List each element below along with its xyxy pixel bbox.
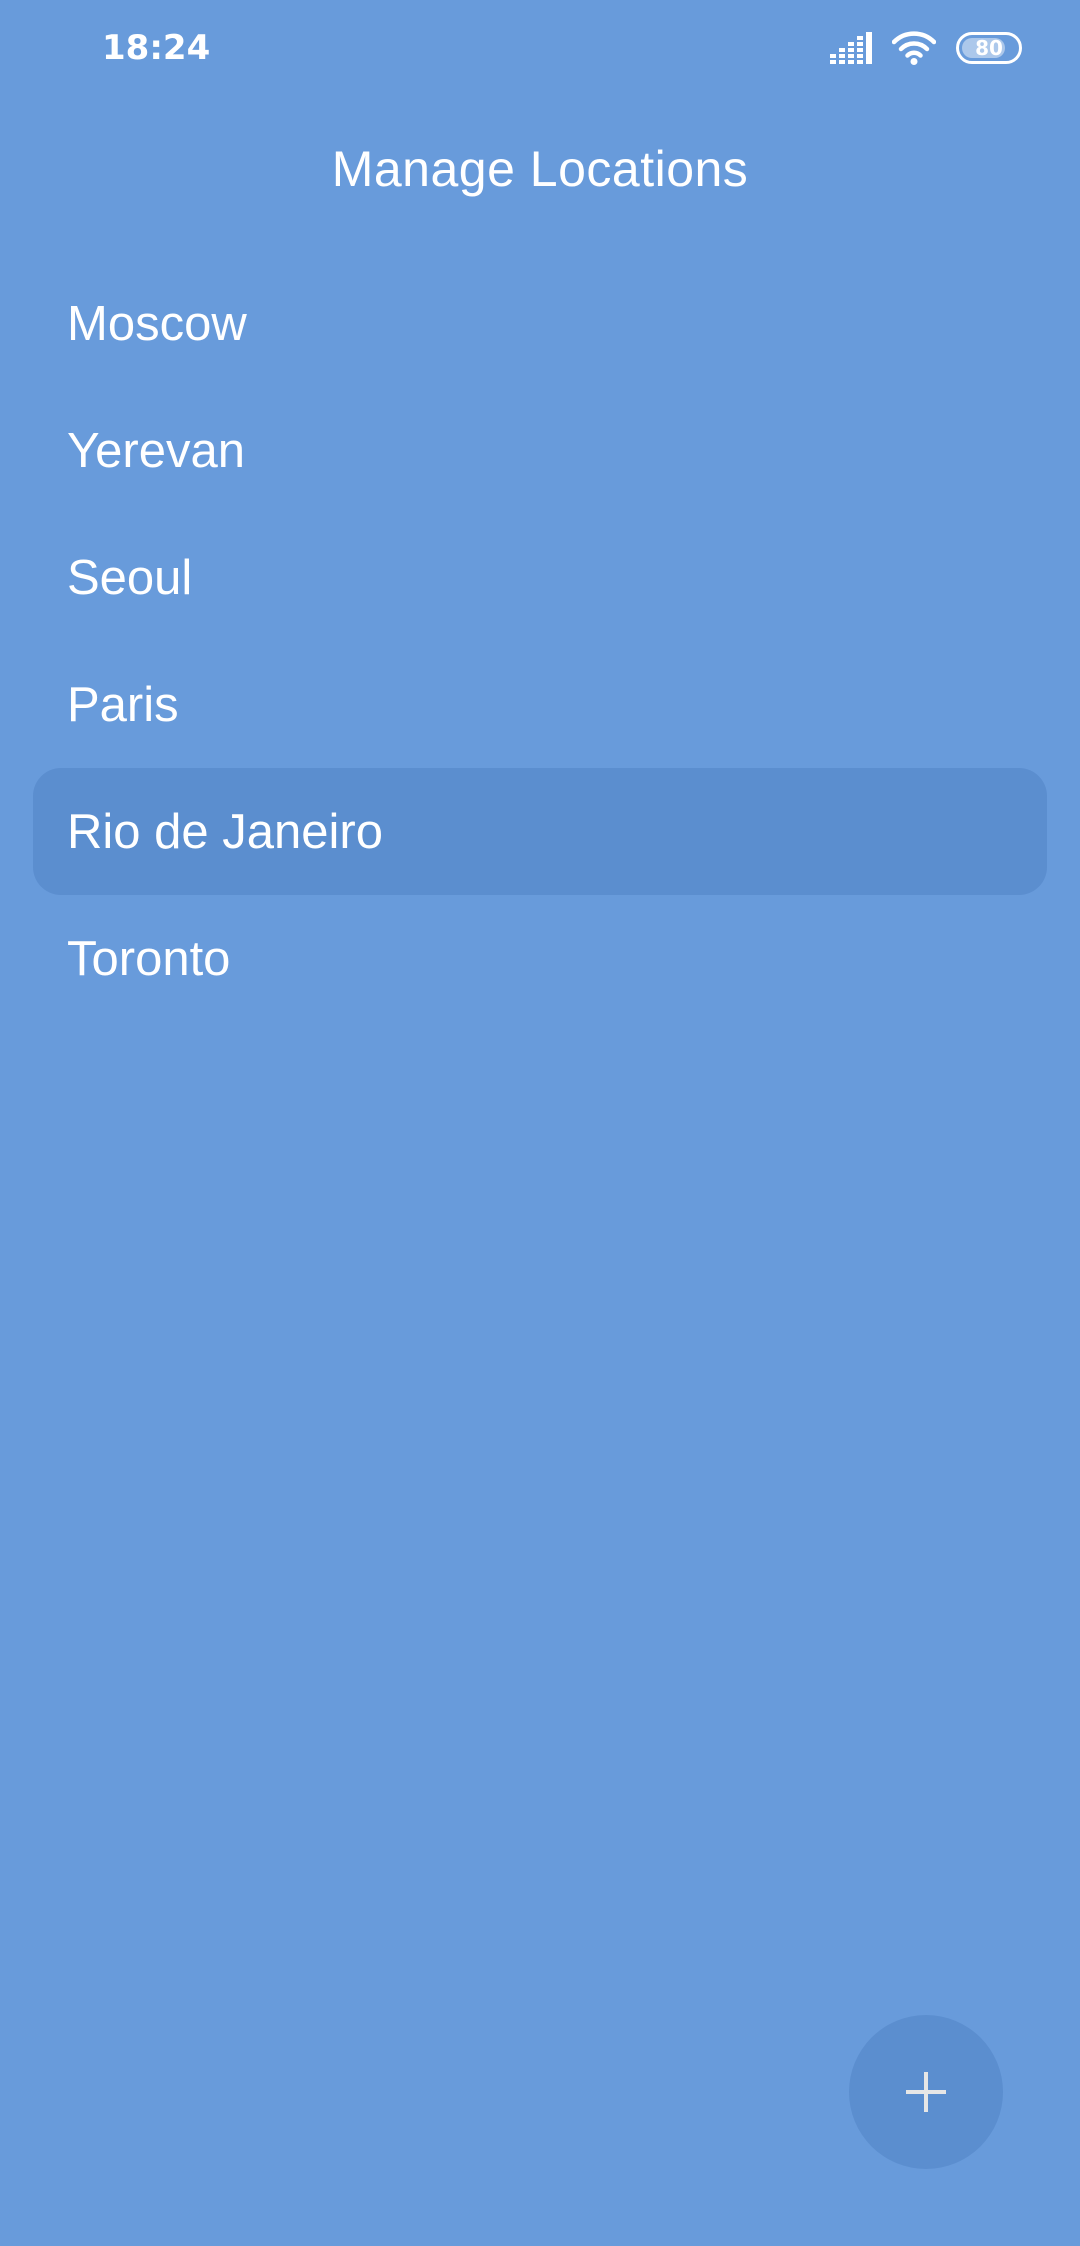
location-item[interactable]: Yerevan — [33, 387, 1047, 514]
wifi-icon — [892, 31, 936, 65]
location-item[interactable]: Seoul — [33, 514, 1047, 641]
status-bar: 18:24 80 — [0, 0, 1080, 96]
plus-icon — [906, 2072, 946, 2112]
location-item[interactable]: Toronto — [33, 895, 1047, 1022]
location-item[interactable]: Paris — [33, 641, 1047, 768]
location-item[interactable]: Moscow — [33, 260, 1047, 387]
status-time: 18:24 — [102, 28, 211, 68]
location-name: Yerevan — [67, 423, 246, 478]
location-item[interactable]: Rio de Janeiro — [33, 768, 1047, 895]
location-name: Seoul — [67, 550, 193, 605]
location-name: Paris — [67, 677, 179, 732]
battery-level: 80 — [975, 36, 1003, 60]
battery-icon: 80 — [956, 32, 1022, 64]
status-icons: 80 — [830, 26, 1022, 70]
location-name: Rio de Janeiro — [67, 804, 383, 859]
location-list: Moscow Yerevan Seoul Paris Rio de Janeiro Tor… — [33, 260, 1047, 1022]
add-location-button[interactable] — [849, 2015, 1003, 2169]
location-name: Moscow — [67, 296, 247, 351]
page-title: Manage Locations — [331, 141, 749, 197]
signal-icon — [830, 32, 872, 64]
location-name: Toronto — [67, 931, 231, 986]
